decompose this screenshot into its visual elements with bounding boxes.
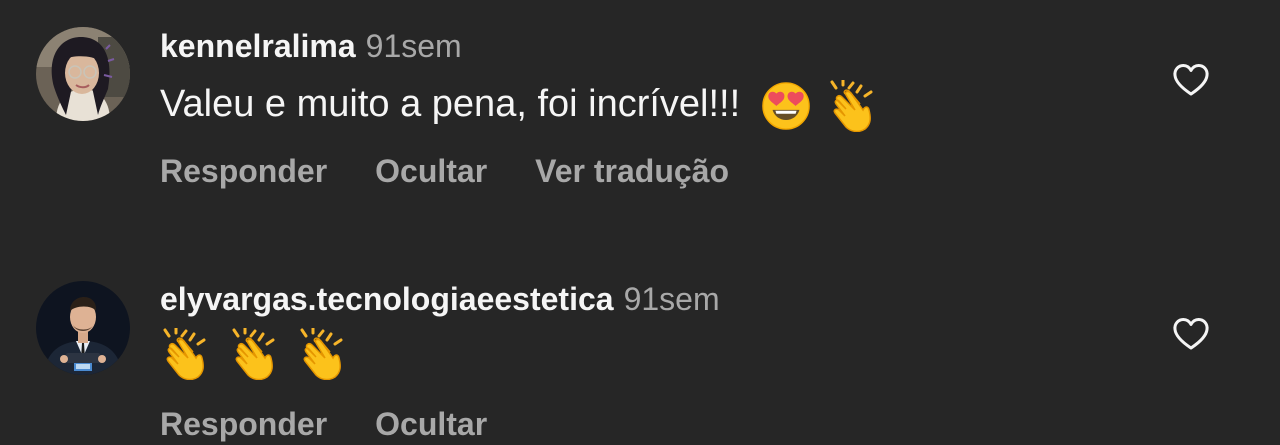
clapping-hands-emoji [297, 328, 349, 380]
clapping-hands-emoji [229, 328, 281, 380]
avatar[interactable] [36, 281, 130, 375]
comment-text [160, 328, 349, 380]
like-icon[interactable] [1172, 317, 1210, 351]
timestamp: 91sem [623, 281, 720, 317]
clapping-hands-emoji [160, 328, 212, 380]
reply-button[interactable]: Responder [160, 406, 327, 442]
comment-item: elyvargas.tecnologiaeestetica 91sem Respo… [0, 0, 1280, 445]
comment-actions: Responder Ocultar [160, 406, 535, 442]
username[interactable]: elyvargas.tecnologiaeestetica [160, 281, 614, 317]
hide-button[interactable]: Ocultar [375, 406, 487, 442]
